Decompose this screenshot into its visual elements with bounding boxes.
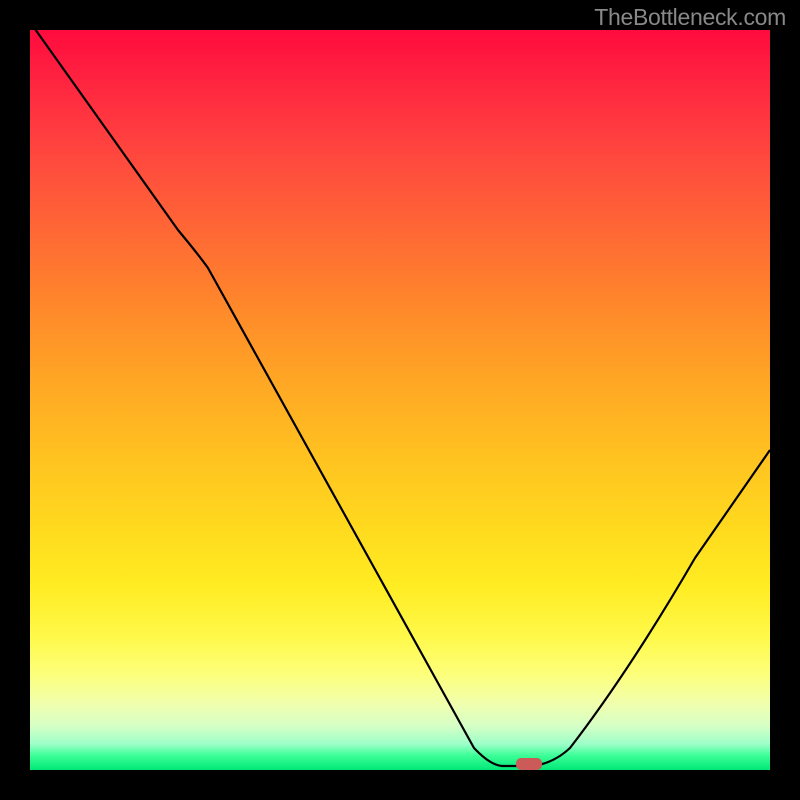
chart-gradient-background <box>30 30 770 770</box>
watermark-text: TheBottleneck.com <box>594 4 786 31</box>
bottleneck-marker <box>516 758 542 770</box>
chart-plot-area <box>30 30 770 770</box>
